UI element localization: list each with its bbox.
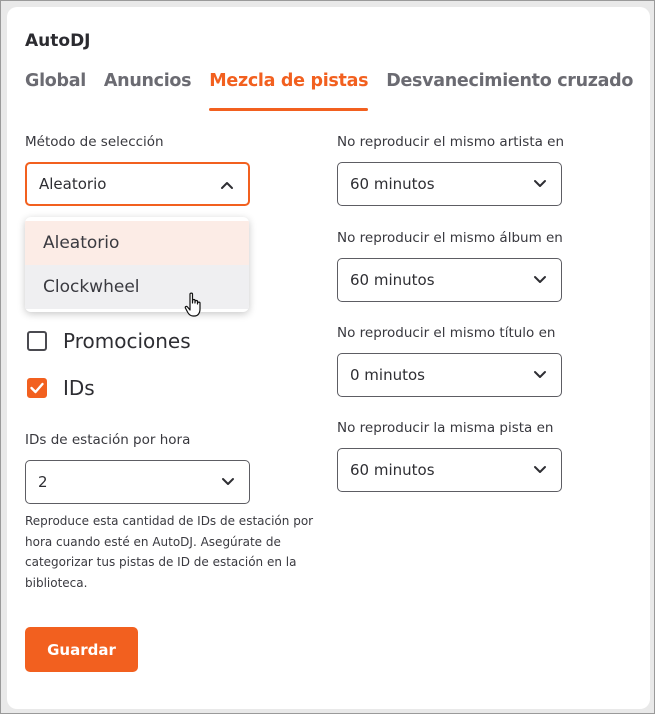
same-title-select[interactable]: 0 minutos — [337, 353, 562, 397]
same-track-value: 60 minutos — [350, 461, 435, 479]
same-title-value: 0 minutos — [350, 366, 425, 384]
same-album-value: 60 minutos — [350, 271, 435, 289]
same-track-label: No reproducir la misma pista en — [337, 420, 554, 436]
station-ids-label: IDs de estación por hora — [25, 432, 191, 448]
autodj-settings-card: AutoDJ Global Anuncios Mezcla de pistas … — [7, 7, 650, 709]
tab-desvanecimiento-cruzado[interactable]: Desvanecimiento cruzado — [386, 71, 633, 111]
ids-checkbox[interactable] — [27, 378, 47, 398]
station-ids-value: 2 — [38, 473, 48, 491]
selection-method-dropdown: Aleatorio Clockwheel — [25, 217, 249, 312]
hand-pointer-icon — [184, 292, 201, 317]
chevron-down-icon — [534, 466, 546, 473]
selection-method-value: Aleatorio — [39, 175, 107, 193]
same-artist-select[interactable]: 60 minutos — [337, 162, 562, 206]
same-album-select[interactable]: 60 minutos — [337, 258, 562, 302]
same-album-label: No reproducir el mismo álbum en — [337, 230, 563, 246]
selection-method-label: Método de selección — [25, 134, 164, 150]
chevron-down-icon — [534, 276, 546, 283]
promociones-checkbox-row[interactable]: Promociones — [27, 329, 191, 353]
tab-bar: Global Anuncios Mezcla de pistas Desvane… — [25, 71, 651, 113]
chevron-up-icon — [221, 182, 233, 189]
checkmark-icon — [30, 382, 44, 394]
window-frame: AutoDJ Global Anuncios Mezcla de pistas … — [0, 0, 655, 714]
ids-checkbox-row[interactable]: IDs — [27, 376, 95, 400]
dropdown-option-aleatorio[interactable]: Aleatorio — [25, 221, 249, 265]
same-artist-value: 60 minutos — [350, 175, 435, 193]
chevron-down-icon — [534, 180, 546, 187]
same-track-select[interactable]: 60 minutos — [337, 448, 562, 492]
same-artist-label: No reproducir el mismo artista en — [337, 134, 565, 150]
station-ids-select[interactable]: 2 — [25, 460, 250, 504]
chevron-down-icon — [534, 371, 546, 378]
promociones-label: Promociones — [63, 329, 191, 353]
same-title-label: No reproducir el mismo título en — [337, 325, 556, 341]
tab-mezcla-de-pistas[interactable]: Mezcla de pistas — [209, 71, 369, 111]
promociones-checkbox[interactable] — [27, 331, 47, 351]
ids-label: IDs — [63, 376, 95, 400]
chevron-down-icon — [222, 478, 234, 485]
selection-method-select[interactable]: Aleatorio — [25, 162, 250, 206]
tab-anuncios[interactable]: Anuncios — [104, 71, 192, 111]
page-title: AutoDJ — [25, 31, 91, 51]
dropdown-option-clockwheel[interactable]: Clockwheel — [25, 265, 249, 309]
tab-global[interactable]: Global — [25, 71, 86, 111]
station-ids-help-text: Reproduce esta cantidad de IDs de estaci… — [25, 514, 314, 590]
save-button[interactable]: Guardar — [25, 627, 138, 672]
